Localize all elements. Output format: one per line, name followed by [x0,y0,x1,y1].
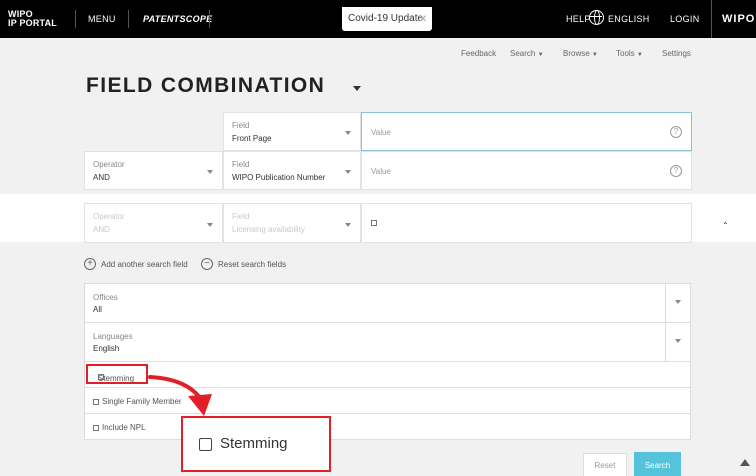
annotation-arrow [148,375,212,416]
stemming-callout-label: Stemming [220,435,288,452]
search-button[interactable]: Search [634,452,681,476]
reset-button[interactable]: Reset [583,453,627,476]
scroll-up-icon[interactable] [740,459,750,466]
checkbox-icon [199,438,212,451]
stemming-callout: Stemming [181,416,331,472]
